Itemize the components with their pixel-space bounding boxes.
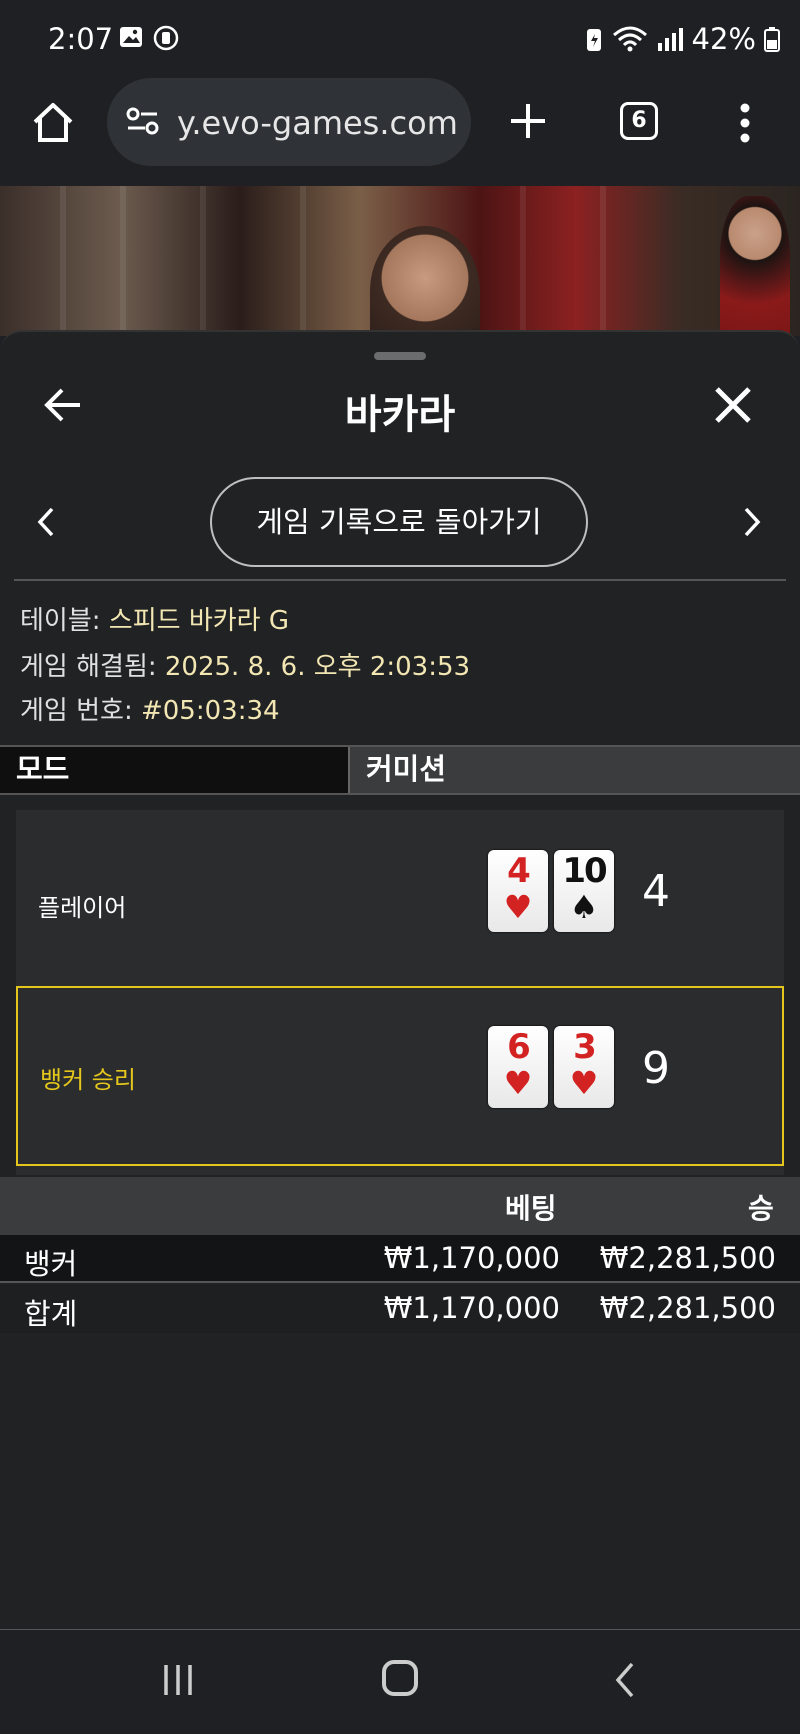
banker-label: 뱅커 승리 [40,1066,136,1094]
sync-icon [153,25,179,51]
player-hand: 플레이어 4 ♥ 10 ♠ 4 [16,810,784,985]
url-text: y.evo-games.com [177,104,458,142]
address-bar[interactable]: y.evo-games.com [107,78,471,166]
system-navigation-bar [0,1630,800,1734]
bets-table-header: 베팅 승 [0,1177,800,1235]
sheet-title: 바카라 [344,392,456,438]
home-icon[interactable] [30,100,76,146]
banker-score: 9 [642,1043,670,1094]
player-label: 플레이어 [38,894,127,922]
gallery-icon [120,27,142,47]
hands-panel: 플레이어 4 ♥ 10 ♠ 4 뱅커 승리 6 ♥ 3 ♥ 9 [16,810,784,1175]
recent-apps-icon[interactable] [160,1662,196,1698]
table-row-total: 합계 ₩1,170,000 ₩2,281,500 [0,1285,800,1333]
live-video-feed [0,186,800,336]
drag-handle[interactable] [374,352,426,360]
new-tab-icon[interactable] [505,98,551,144]
signal-icon [657,28,683,51]
resolved-value: 2025. 8. 6. 오후 2:03:53 [164,652,471,682]
tab-switcher-button[interactable]: 6 [620,102,658,140]
playing-card: 6 ♥ [488,1026,548,1108]
game-navigation: 게임 기록으로 돌아가기 [0,477,800,567]
dealer-image-secondary [720,196,790,336]
resolved-info: 게임 해결됨: 2025. 8. 6. 오후 2:03:53 [20,652,471,682]
tab-mode[interactable]: 모드 [0,747,350,793]
game-number-info: 게임 번호: #05:03:34 [20,696,280,726]
site-settings-icon[interactable] [125,106,161,136]
home-button[interactable] [382,1660,418,1696]
status-bar: 2:07 42% [0,0,800,78]
status-time: 2:07 [48,22,114,56]
heart-suit-icon: ♥ [569,1064,599,1102]
banker-hand: 뱅커 승리 6 ♥ 3 ♥ 9 [16,986,784,1166]
table-row: 뱅커 ₩1,170,000 ₩2,281,500 [0,1235,800,1283]
divider [14,579,786,581]
battery-saver-icon [586,29,601,51]
heart-suit-icon: ♥ [503,1064,533,1102]
battery-icon [764,27,780,52]
more-menu-icon[interactable] [735,100,755,146]
dealer-image [370,226,480,336]
player-score: 4 [642,866,670,917]
table-value: 스피드 바카라 G [108,606,289,636]
table-info: 테이블: 스피드 바카라 G [20,606,289,636]
previous-game-icon[interactable] [34,505,60,539]
battery-percent: 42% [691,22,756,56]
back-icon[interactable] [612,1660,638,1700]
next-game-icon[interactable] [738,505,764,539]
playing-card: 3 ♥ [554,1026,614,1108]
spade-suit-icon: ♠ [569,888,599,926]
column-header-win: 승 [748,1192,774,1225]
back-to-history-button[interactable]: 게임 기록으로 돌아가기 [210,477,588,567]
playing-card: 10 ♠ [554,850,614,932]
browser-toolbar: y.evo-games.com 6 [0,78,800,186]
heart-suit-icon: ♥ [503,888,533,926]
wifi-icon [612,26,647,52]
tab-commission[interactable]: 커미션 [350,747,800,793]
mode-tabs: 모드 커미션 [0,745,800,795]
game-history-sheet: 바카라 게임 기록으로 돌아가기 테이블: 스피드 바카라 G 게임 해결됨: … [0,330,800,1631]
column-header-bet: 베팅 [505,1192,557,1225]
close-icon[interactable] [712,384,754,426]
game-number-value: #05:03:34 [140,696,280,726]
playing-card: 4 ♥ [488,850,548,932]
